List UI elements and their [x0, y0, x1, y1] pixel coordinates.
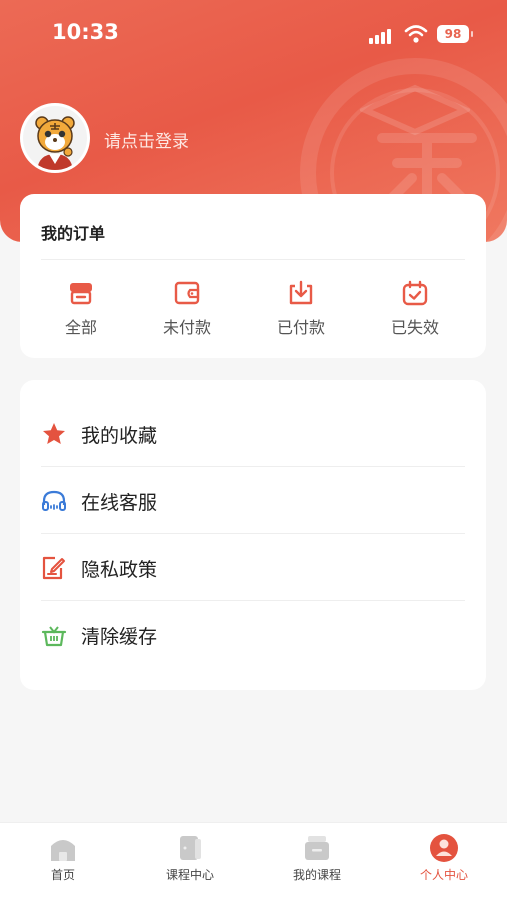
menu-item-privacy-policy[interactable]: 隐私政策	[41, 534, 465, 601]
order-item-unpaid[interactable]: 未付款	[147, 278, 227, 338]
menu-item-label: 隐私政策	[81, 559, 158, 581]
tab-course-center[interactable]: 课程中心	[140, 833, 240, 883]
menu-card: 我的收藏 在线客服 隐私政策 清除缓存	[20, 380, 486, 690]
status-time: 10:33	[52, 20, 119, 44]
avatar[interactable]	[20, 103, 90, 173]
tab-label: 个人中心	[419, 868, 468, 882]
star-icon	[43, 423, 65, 444]
menu-item-label: 清除缓存	[81, 626, 158, 648]
edit-doc-icon	[42, 556, 65, 580]
profile-icon	[430, 834, 458, 862]
order-item-paid[interactable]: 已付款	[261, 278, 341, 338]
order-item-expired[interactable]: 已失效	[375, 278, 455, 338]
login-prompt[interactable]: 请点击登录	[104, 127, 189, 152]
order-item-label: 全部	[64, 318, 97, 337]
tab-my-courses[interactable]: 我的课程	[267, 833, 367, 883]
order-item-all[interactable]: 全部	[41, 278, 121, 338]
menu-item-favorites[interactable]: 我的收藏	[41, 400, 465, 467]
tab-profile[interactable]: 个人中心	[394, 833, 494, 883]
tiger-mascot-avatar-icon	[23, 106, 87, 170]
battery-indicator: 98	[437, 25, 473, 43]
status-bar: 10:33 98	[0, 0, 507, 62]
menu-item-label: 在线客服	[81, 492, 158, 514]
tab-label: 我的课程	[292, 868, 341, 882]
home-icon	[51, 840, 75, 861]
bottom-tab-bar: 首页 课程中心 我的课程 个人中心	[0, 822, 507, 901]
download-icon	[289, 280, 313, 305]
order-divider	[41, 259, 465, 260]
tab-label: 首页	[50, 868, 75, 882]
order-section-title: 我的订单	[41, 224, 106, 243]
menu-item-online-service[interactable]: 在线客服	[41, 467, 465, 534]
basket-icon	[41, 626, 67, 647]
course-center-icon	[180, 836, 201, 860]
order-item-label: 已失效	[390, 318, 439, 337]
headset-icon	[42, 490, 66, 511]
order-item-label: 已付款	[276, 318, 325, 337]
order-item-label: 未付款	[162, 318, 211, 337]
tab-home[interactable]: 首页	[13, 833, 113, 883]
menu-item-label: 我的收藏	[81, 425, 158, 447]
calendar-check-icon	[402, 280, 428, 306]
store-icon	[70, 283, 92, 305]
tab-label: 课程中心	[165, 868, 214, 882]
wifi-icon	[404, 25, 428, 43]
my-courses-icon	[305, 836, 329, 860]
wallet-icon	[174, 281, 200, 305]
cellular-signal-icon	[369, 28, 397, 44]
order-card: 我的订单 全部 未付款 已付款 已失效	[20, 194, 486, 358]
menu-item-clear-cache[interactable]: 清除缓存	[41, 601, 465, 668]
